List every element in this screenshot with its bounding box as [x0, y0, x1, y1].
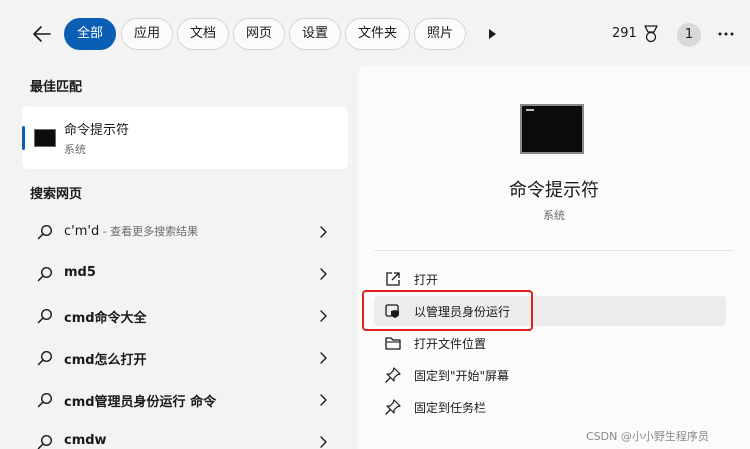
- watermark: CSDN @小小野生程序员: [586, 430, 709, 443]
- best-match-result[interactable]: 命令提示符 系统: [22, 107, 348, 169]
- app-type: 系统: [543, 209, 565, 222]
- search-icon: [37, 224, 53, 240]
- app-details-panel: 命令提示符 系统 打开 以管理员身份运行 打开文件位置 固定到"开始"屏幕 固定…: [358, 66, 750, 449]
- best-match-subtitle: 系统: [64, 143, 86, 156]
- web-result-text: cmd怎么打开: [64, 353, 147, 368]
- web-result-text: cmd管理员身份运行 命令: [64, 395, 217, 410]
- more-filters-arrow-icon[interactable]: [484, 26, 500, 42]
- chevron-right-icon: [320, 310, 327, 322]
- web-result[interactable]: cmdw: [22, 422, 348, 449]
- account-avatar[interactable]: 1: [677, 23, 701, 47]
- best-match-title: 命令提示符: [64, 123, 130, 138]
- filter-web[interactable]: 网页: [233, 18, 285, 50]
- chevron-right-icon: [320, 352, 327, 364]
- filter-photos[interactable]: 照片: [414, 18, 466, 50]
- web-result-text: c'm'd - 查看更多搜索结果: [64, 224, 199, 239]
- app-name: 命令提示符: [509, 180, 599, 201]
- web-result-text: cmdw: [64, 433, 107, 448]
- chevron-right-icon: [320, 226, 327, 238]
- pin-icon: [385, 367, 401, 383]
- filter-settings[interactable]: 设置: [289, 18, 341, 50]
- back-arrow-icon[interactable]: [30, 22, 54, 46]
- web-result-text: cmd命令大全: [64, 311, 147, 326]
- open-external-icon: [386, 272, 400, 286]
- rewards-points: 291: [612, 26, 637, 41]
- action-pin-to-taskbar[interactable]: 固定到任务栏: [374, 392, 726, 422]
- action-label: 固定到"开始"屏幕: [414, 369, 510, 383]
- search-icon: [37, 266, 53, 282]
- web-result[interactable]: cmd命令大全: [22, 296, 348, 336]
- command-prompt-icon: [34, 129, 56, 147]
- action-label: 固定到任务栏: [414, 401, 487, 415]
- filter-all[interactable]: 全部: [64, 18, 116, 50]
- pin-icon: [385, 399, 401, 415]
- web-result[interactable]: c'm'd - 查看更多搜索结果: [22, 212, 348, 252]
- search-icon: [37, 392, 53, 408]
- web-result[interactable]: md5: [22, 254, 348, 294]
- action-pin-to-start[interactable]: 固定到"开始"屏幕: [374, 360, 726, 390]
- chevron-right-icon: [320, 394, 327, 406]
- chevron-right-icon: [320, 268, 327, 280]
- chevron-right-icon: [320, 436, 327, 448]
- more-options-icon[interactable]: [716, 26, 736, 42]
- rewards-medal-icon[interactable]: [642, 24, 660, 44]
- search-icon: [37, 434, 53, 449]
- divider: [374, 250, 734, 251]
- filter-documents[interactable]: 文档: [177, 18, 229, 50]
- folder-icon: [385, 337, 401, 350]
- search-icon: [37, 308, 53, 324]
- filter-apps[interactable]: 应用: [121, 18, 173, 50]
- search-filter-bar: 全部 应用 文档 网页 设置 文件夹 照片 291 1: [0, 0, 750, 68]
- web-result[interactable]: cmd管理员身份运行 命令: [22, 380, 348, 420]
- action-label: 打开文件位置: [414, 337, 487, 351]
- search-icon: [37, 350, 53, 366]
- highlight-annotation-box: [362, 290, 533, 331]
- web-result-text: md5: [64, 265, 96, 280]
- command-prompt-large-icon: [520, 104, 584, 154]
- web-search-heading: 搜索网页: [30, 187, 83, 202]
- action-open-file-location[interactable]: 打开文件位置: [374, 328, 726, 358]
- web-result[interactable]: cmd怎么打开: [22, 338, 348, 378]
- best-match-heading: 最佳匹配: [30, 80, 83, 95]
- action-label: 打开: [414, 273, 439, 287]
- selection-indicator: [22, 126, 25, 150]
- filter-folders[interactable]: 文件夹: [345, 18, 410, 50]
